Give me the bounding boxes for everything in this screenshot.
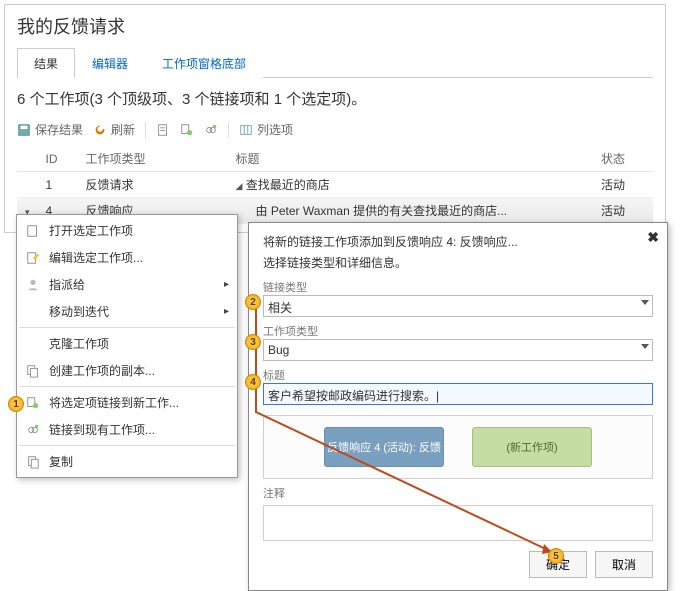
chevron-down-icon — [641, 344, 649, 349]
refresh-icon — [93, 123, 107, 137]
separator — [228, 122, 229, 138]
label-work-item-type: 工作项类型 — [263, 323, 653, 339]
col-type[interactable]: 工作项类型 — [78, 146, 228, 172]
tabs: 结果 编辑器 工作项窗格底部 — [17, 47, 653, 78]
cell-title: ◢ 查找最近的商店 — [228, 172, 593, 198]
link-type-select[interactable]: 相关 — [263, 295, 653, 317]
cancel-button[interactable]: 取消 — [595, 551, 653, 578]
callout-2: 2 — [245, 294, 261, 310]
cell-type: 反馈请求 — [78, 172, 228, 198]
tb-icon-1[interactable] — [156, 123, 170, 137]
menu-assign[interactable]: 指派给▸ — [19, 271, 235, 298]
relationship-diagram: 反馈响应 4 (活动): 反馈 (新工作项) — [263, 415, 653, 479]
tab-editor[interactable]: 编辑器 — [75, 48, 145, 78]
menu-copy[interactable]: 创建工作项的副本... — [19, 357, 235, 384]
callout-1: 1 — [8, 396, 24, 412]
panel-title: 我的反馈请求 — [17, 13, 653, 39]
source-chip: 反馈响应 4 (活动): 反馈 — [324, 427, 444, 467]
tb-icon-3[interactable] — [204, 123, 218, 137]
separator — [145, 122, 146, 138]
callout-4: 4 — [245, 374, 261, 390]
col-state[interactable]: 状态 — [593, 146, 653, 172]
columns-label: 列选项 — [257, 121, 293, 138]
dialog-buttons: 确定 取消 — [263, 551, 653, 578]
chevron-down-icon — [641, 300, 649, 305]
cell-state: 活动 — [593, 198, 653, 224]
toolbar: 保存结果 刷新 列选项 — [17, 117, 653, 146]
link-new-icon — [25, 395, 41, 411]
dialog-title: 将新的链接工作项添加到反馈响应 4: 反馈响应... — [263, 233, 653, 250]
duplicate-icon — [25, 454, 41, 470]
menu-link-new[interactable]: 将选定项链接到新工作... — [19, 389, 235, 416]
work-items-grid: ID 工作项类型 标题 状态 1 反馈请求 ◢ 查找最近的商店 活动 ▾ 4 反… — [17, 146, 653, 224]
cell-title: 由 Peter Waxman 提供的有关查找最近的商店... — [228, 198, 593, 224]
cell-state: 活动 — [593, 172, 653, 198]
notes-input[interactable] — [263, 505, 653, 541]
tb-icon-2[interactable] — [180, 123, 194, 137]
refresh-button[interactable]: 刷新 — [93, 121, 135, 138]
document-icon — [156, 123, 170, 137]
work-item-type-select[interactable]: Bug — [263, 339, 653, 361]
link-add-icon — [204, 123, 218, 137]
expander-icon[interactable]: ◢ — [236, 181, 243, 191]
label-notes: 注释 — [263, 485, 653, 501]
menu-edit[interactable]: 编辑选定工作项... — [19, 244, 235, 271]
tab-footer[interactable]: 工作项窗格底部 — [145, 48, 263, 78]
menu-link-existing[interactable]: 链接到现有工作项... — [19, 416, 235, 443]
context-menu: 打开选定工作项 编辑选定工作项... 指派给▸ 移动到迭代▸ 克隆工作项 创建工… — [16, 214, 238, 478]
save-icon — [17, 123, 31, 137]
label-title: 标题 — [263, 367, 653, 383]
menu-move[interactable]: 移动到迭代▸ — [19, 298, 235, 325]
save-results-button[interactable]: 保存结果 — [17, 121, 83, 138]
menu-duplicate[interactable]: 复制 — [19, 448, 235, 475]
callout-3: 3 — [245, 334, 261, 350]
link-icon — [180, 123, 194, 137]
menu-open[interactable]: 打开选定工作项 — [19, 217, 235, 244]
columns-icon — [239, 123, 253, 137]
col-title[interactable]: 标题 — [228, 146, 593, 172]
close-icon[interactable]: ✖ — [647, 229, 659, 246]
refresh-label: 刷新 — [111, 121, 135, 138]
title-input[interactable]: 客户希望按邮政编码进行搜索。| — [263, 383, 653, 405]
menu-divider — [19, 445, 235, 446]
label-link-type: 链接类型 — [263, 279, 653, 295]
dialog-subtitle: 选择链接类型和详细信息。 — [263, 254, 653, 271]
submenu-arrow-icon: ▸ — [224, 279, 229, 290]
col-id[interactable]: ID — [38, 146, 78, 172]
new-linked-work-item-dialog: ✖ 将新的链接工作项添加到反馈响应 4: 反馈响应... 选择链接类型和详细信息… — [248, 222, 668, 591]
link-existing-icon — [25, 422, 41, 438]
tab-results[interactable]: 结果 — [17, 48, 75, 78]
edit-icon — [25, 250, 41, 266]
copy-icon — [25, 363, 41, 379]
menu-clone[interactable]: 克隆工作项 — [19, 330, 235, 357]
feedback-panel: 我的反馈请求 结果 编辑器 工作项窗格底部 6 个工作项(3 个顶级项、3 个链… — [4, 4, 666, 233]
columns-button[interactable]: 列选项 — [239, 121, 293, 138]
save-label: 保存结果 — [35, 121, 83, 138]
submenu-arrow-icon: ▸ — [224, 306, 229, 317]
menu-divider — [19, 386, 235, 387]
cell-id: 1 — [38, 172, 78, 198]
menu-divider — [19, 327, 235, 328]
table-row[interactable]: 1 反馈请求 ◢ 查找最近的商店 活动 — [17, 172, 653, 198]
callout-5: 5 — [548, 548, 564, 564]
results-summary: 6 个工作项(3 个顶级项、3 个链接项和 1 个选定项)。 — [17, 88, 653, 109]
assign-icon — [25, 277, 41, 293]
open-icon — [25, 223, 41, 239]
target-chip: (新工作项) — [472, 427, 592, 467]
